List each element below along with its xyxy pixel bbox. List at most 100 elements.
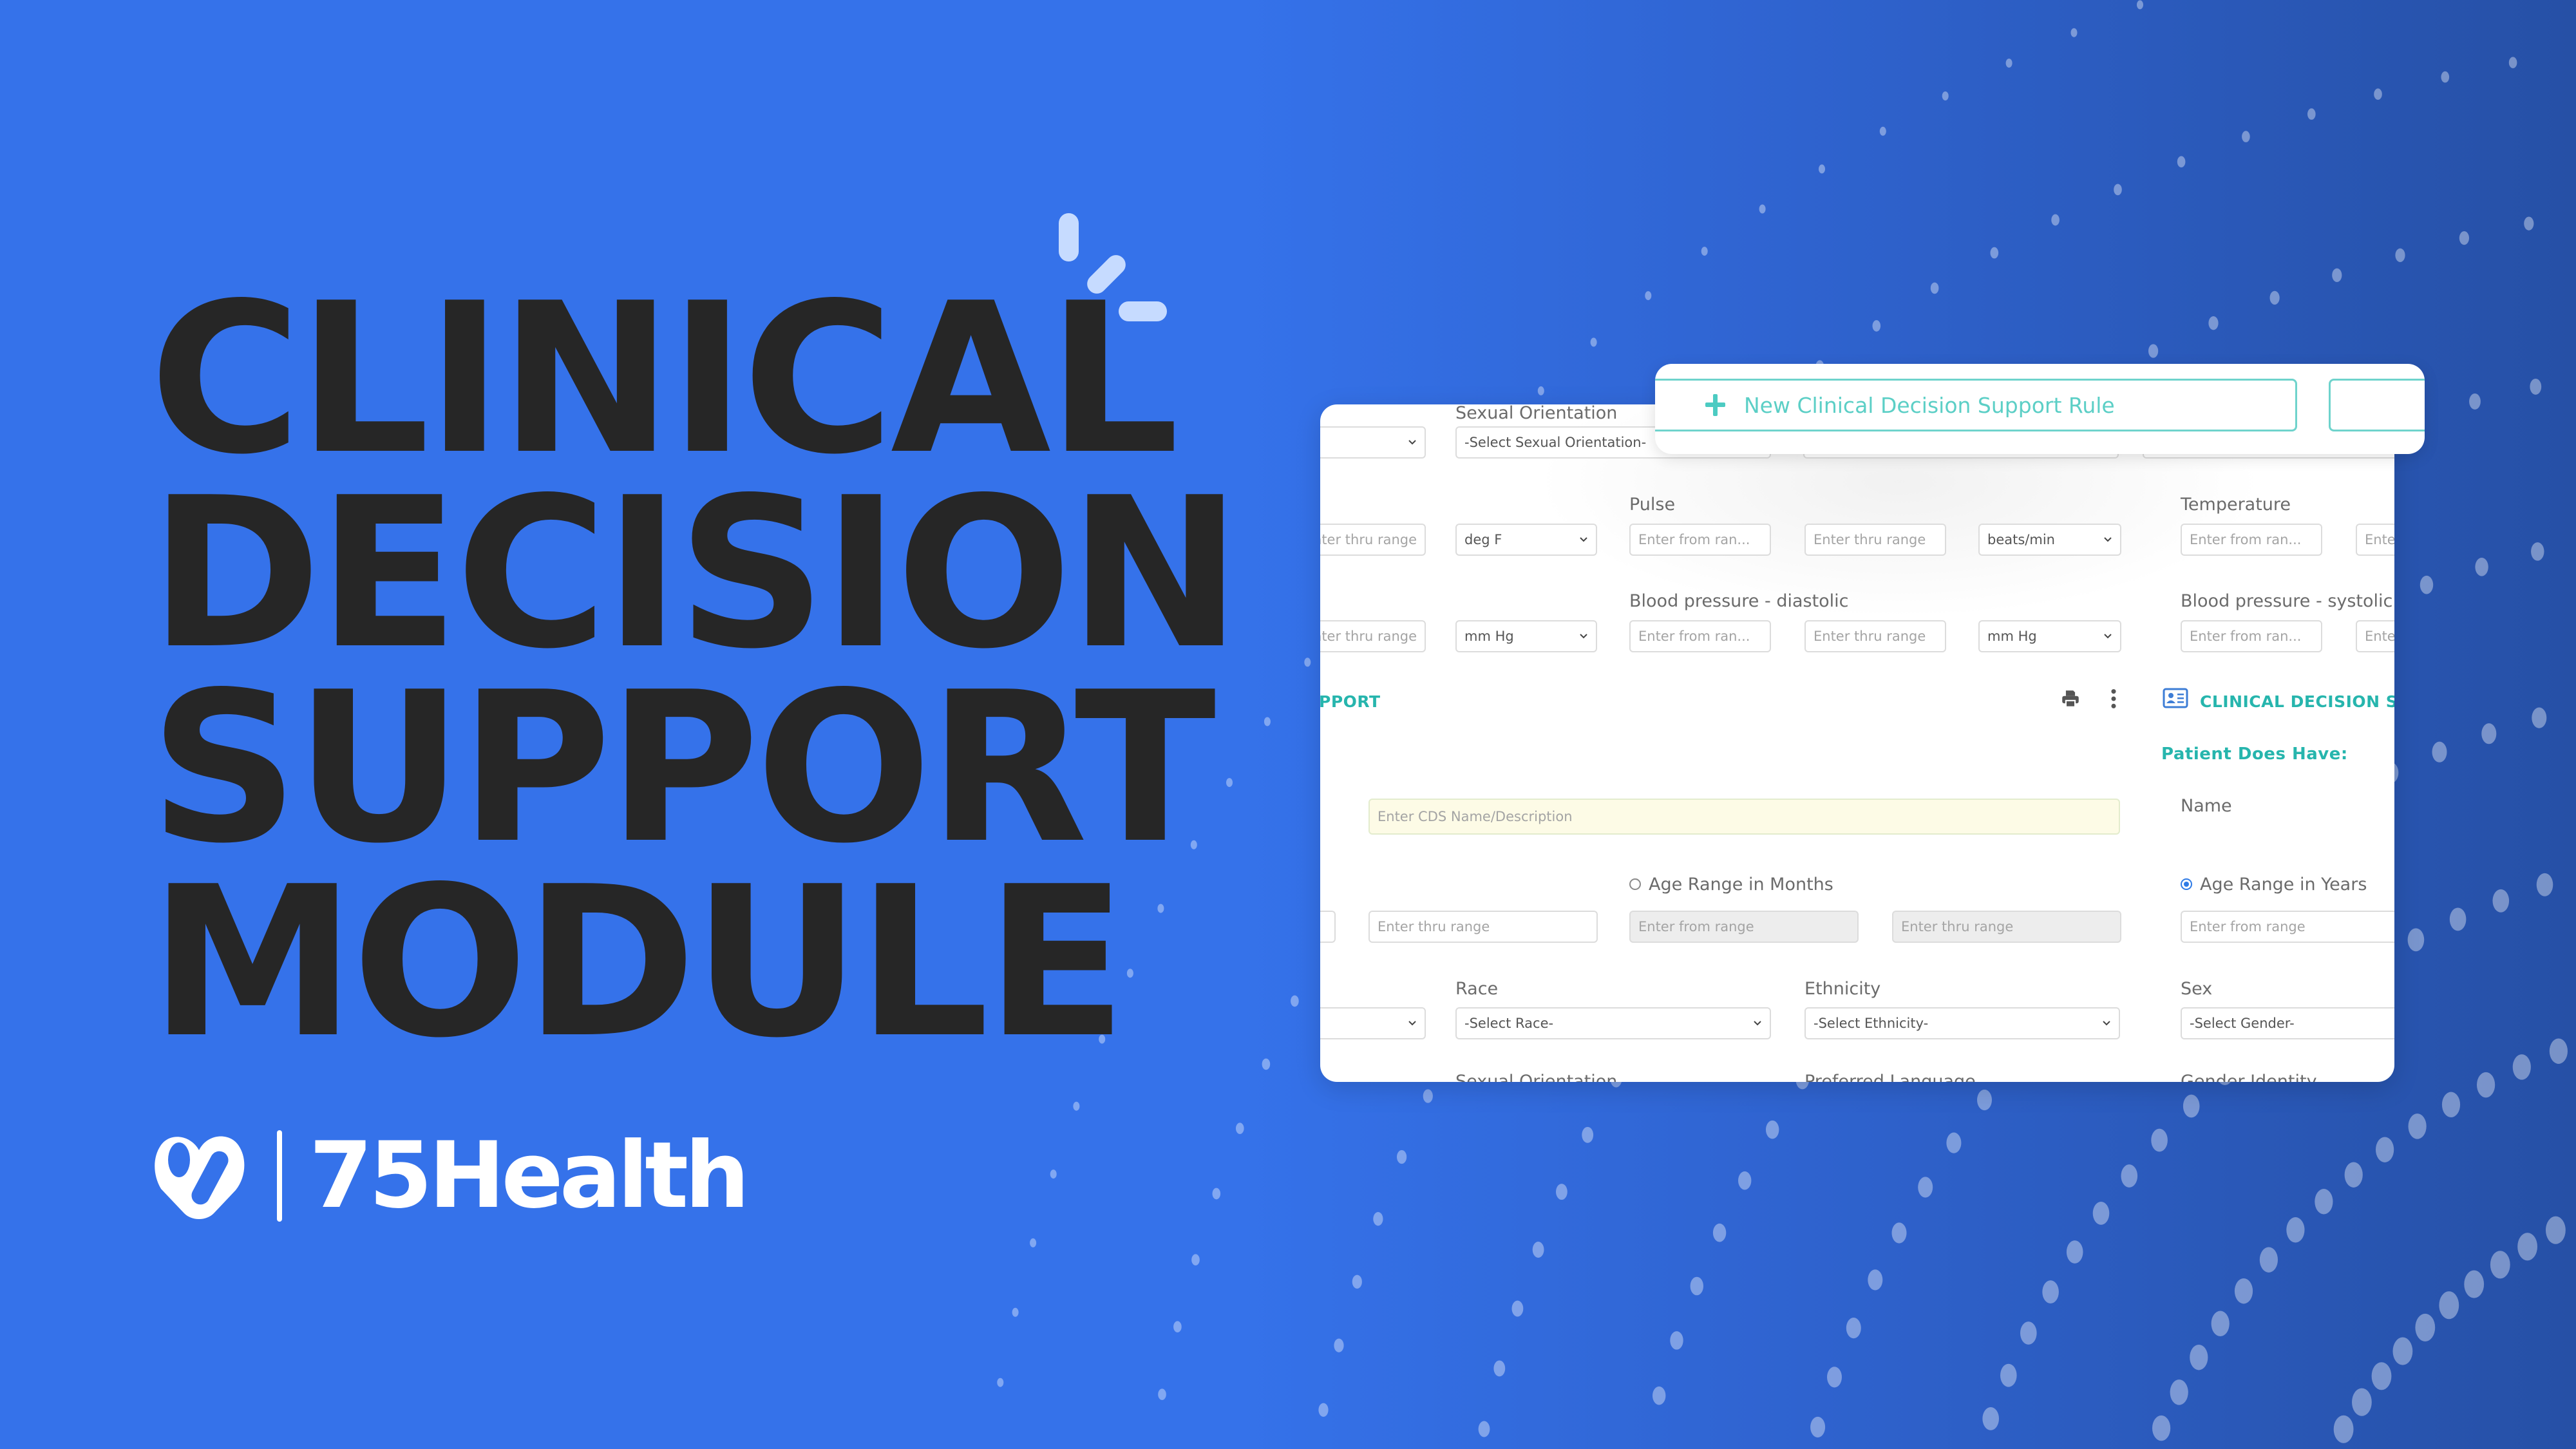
pattern-dot <box>2415 1313 2436 1341</box>
race-select[interactable]: -Select Race- <box>1455 1007 1771 1039</box>
pattern-dot <box>2464 1270 2485 1298</box>
pattern-dot <box>2020 1321 2037 1345</box>
headline-line: MODULE <box>149 842 1127 1083</box>
age-years-option[interactable]: Age Range in Years <box>2181 875 2367 895</box>
age-months-from-input[interactable]: Enter from range <box>1629 911 1859 943</box>
bp-thru-input-left[interactable]: Enter thru range <box>1320 620 1426 652</box>
pattern-dot <box>2530 378 2542 395</box>
pattern-dot <box>1891 1222 1907 1244</box>
pattern-dot <box>2092 1201 2110 1225</box>
pulse-label: Pulse <box>1629 495 1676 515</box>
left-select[interactable] <box>1320 426 1426 459</box>
cds-name-input[interactable]: Enter CDS Name/Description <box>1368 799 2120 835</box>
pattern-dot <box>2459 231 2469 245</box>
pattern-dot <box>1670 1331 1683 1350</box>
pattern-dot <box>2490 1251 2510 1279</box>
cut-label: Sexual Orientation <box>1455 1072 1618 1082</box>
pattern-dot <box>1012 1307 1019 1317</box>
age-years-from-input[interactable]: Enter from range <box>2181 911 2394 943</box>
demographic-select-left[interactable] <box>1320 1007 1426 1039</box>
pattern-dot <box>1872 320 1881 332</box>
bp-diastolic-unit-select[interactable]: mm Hg <box>1978 620 2121 652</box>
pattern-dot <box>1212 1188 1221 1200</box>
page-headline: CLINICAL DECISION SUPPORT MODULE <box>149 258 1242 1083</box>
print-icon[interactable] <box>2060 688 2081 710</box>
spark-stroke <box>1059 213 1079 261</box>
pattern-dot <box>2170 1379 2188 1405</box>
pattern-dot <box>2148 344 2159 358</box>
pattern-dot <box>2441 1092 2461 1118</box>
pattern-dot <box>2259 1247 2278 1273</box>
headline-line: DECISION <box>149 453 1242 694</box>
pattern-dot <box>2481 723 2497 744</box>
unit-value: mm Hg <box>1987 629 2037 644</box>
unit-value: deg F <box>1464 532 1502 547</box>
pattern-dot <box>2374 88 2382 100</box>
pattern-dot <box>2005 59 2012 68</box>
pattern-dot <box>2546 1216 2566 1244</box>
bp-systolic-label: Blood pressure - systolic <box>2181 591 2393 611</box>
sex-select[interactable]: -Select Gender- <box>2181 1007 2394 1039</box>
left-section-title: PPORT <box>1320 692 1381 711</box>
pattern-dot <box>1879 126 1886 136</box>
pattern-dot <box>2151 1128 2168 1152</box>
pattern-dot <box>2549 1038 2568 1064</box>
bp-diastolic-thru-input[interactable]: Enter thru range <box>1804 620 1946 652</box>
headline-line: SUPPORT <box>149 647 1216 889</box>
brand-logo: 75Health <box>151 1130 750 1222</box>
temperature-unit-select[interactable]: deg F <box>1455 524 1597 556</box>
pattern-dot <box>1582 1126 1594 1143</box>
unit-value: mm Hg <box>1464 629 1514 644</box>
pattern-dot <box>2449 907 2467 931</box>
pattern-dot <box>1173 1321 1182 1333</box>
headline-line: CLINICAL <box>149 258 1179 500</box>
pulse-thru-input[interactable]: Enter thru range <box>1804 524 1946 556</box>
age-months-radio[interactable] <box>1629 878 1641 890</box>
pulse-from-input[interactable]: Enter from ran... <box>1629 524 1771 556</box>
age-months-thru-input[interactable]: Enter thru range <box>1892 911 2121 943</box>
secondary-button[interactable] <box>2329 379 2425 431</box>
chevron-down-icon <box>1408 438 1417 447</box>
app-window-screenshot: Sexual Orientation -Select Sexual Orient… <box>1320 404 2394 1082</box>
new-cds-rule-button[interactable]: New Clinical Decision Support Rule <box>1655 379 2297 431</box>
pattern-dot <box>2332 268 2342 282</box>
pattern-dot <box>1423 1089 1433 1103</box>
pulse-unit-select[interactable]: beats/min <box>1978 524 2121 556</box>
pattern-dot <box>2508 57 2517 69</box>
pattern-dot <box>2307 108 2316 120</box>
new-cds-rule-label: New Clinical Decision Support Rule <box>1744 392 2115 418</box>
pattern-dot <box>2408 1113 2427 1139</box>
pattern-dot <box>2407 928 2425 952</box>
sex-label: Sex <box>2181 979 2213 999</box>
pattern-dot <box>2517 1233 2538 1261</box>
logo-divider <box>277 1130 282 1222</box>
more-vertical-icon[interactable] <box>2107 688 2120 710</box>
pattern-dot <box>1701 247 1708 256</box>
pattern-dot <box>2536 873 2553 896</box>
pattern-dot <box>1977 1089 1992 1111</box>
age-years-radio[interactable] <box>2181 878 2192 890</box>
bp-unit-select-left[interactable]: mm Hg <box>1455 620 1597 652</box>
age-months-label: Age Range in Months <box>1649 875 1833 895</box>
pattern-dot <box>2475 558 2488 576</box>
temperature-thru-input-left[interactable]: Enter thru range <box>1320 524 1426 556</box>
pattern-dot <box>1493 1360 1506 1377</box>
ethnicity-select[interactable]: -Select Ethnicity- <box>1804 1007 2120 1039</box>
pattern-dot <box>1653 1386 1666 1405</box>
pattern-dot <box>1819 164 1825 174</box>
ethnicity-label: Ethnicity <box>1804 979 1881 999</box>
pattern-dot <box>1810 1416 1826 1438</box>
temperature-thru-input[interactable]: Ente <box>2356 524 2394 556</box>
age-months-option[interactable]: Age Range in Months <box>1629 875 1833 895</box>
bp-systolic-thru-input[interactable]: Ente <box>2356 620 2394 652</box>
bp-systolic-from-input[interactable]: Enter from ran... <box>2181 620 2322 652</box>
age-from-input-left[interactable] <box>1320 911 1336 943</box>
pattern-dot <box>2211 1311 2230 1337</box>
pattern-dot <box>1073 1101 1080 1111</box>
pattern-dot <box>1930 282 1939 294</box>
age-thru-input-left[interactable]: Enter thru range <box>1368 911 1598 943</box>
bp-diastolic-from-input[interactable]: Enter from ran... <box>1629 620 1771 652</box>
pattern-dot <box>2524 216 2534 231</box>
temperature-from-input[interactable]: Enter from ran... <box>2181 524 2322 556</box>
pattern-dot <box>1759 204 1766 214</box>
